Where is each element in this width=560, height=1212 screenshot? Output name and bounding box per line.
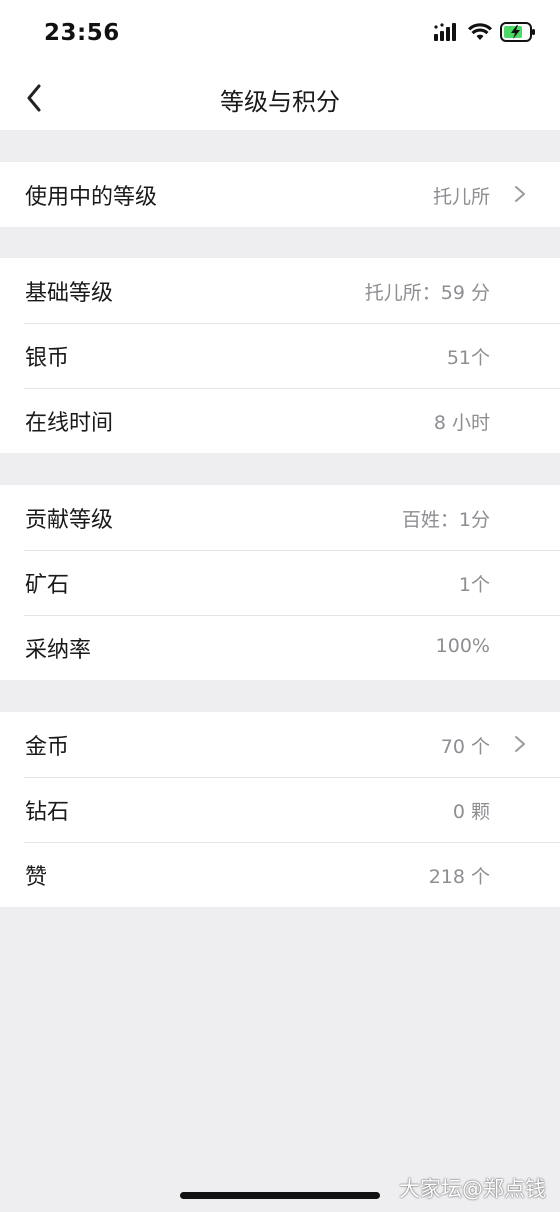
list-item[interactable]: 使用中的等级 托儿所 bbox=[0, 162, 560, 227]
row-label: 赞 bbox=[25, 865, 48, 890]
basic-level-group: 基础等级 托儿所：59 分 银币 51个 在线时间 8 小时 bbox=[0, 258, 560, 453]
row-value: 0 颗 bbox=[452, 801, 490, 823]
cellular-signal-icon bbox=[434, 23, 456, 41]
row-value: 百姓：1分 bbox=[401, 509, 490, 531]
wifi-icon bbox=[468, 23, 492, 40]
contribution-level-group: 贡献等级 百姓：1分 矿石 1个 采纳率 100% bbox=[0, 485, 560, 680]
row-label: 使用中的等级 bbox=[25, 185, 158, 210]
list-item: 采纳率 100% bbox=[0, 615, 560, 680]
currency-group: 金币 70 个 钻石 0 颗 赞 218 个 bbox=[0, 712, 560, 907]
status-icons bbox=[434, 22, 536, 42]
row-label: 采纳率 bbox=[25, 638, 92, 663]
current-level-group: 使用中的等级 托儿所 bbox=[0, 162, 560, 227]
chevron-right-icon bbox=[515, 736, 525, 752]
list-item: 银币 51个 bbox=[0, 323, 560, 388]
row-value: 1个 bbox=[458, 574, 490, 596]
row-value: 51个 bbox=[446, 347, 490, 369]
row-label: 金币 bbox=[25, 735, 70, 760]
navigation-bar: 等级与积分 bbox=[0, 66, 560, 130]
watermark-text: 大家坛@郑点钱 bbox=[399, 1177, 546, 1201]
list-item: 贡献等级 百姓：1分 bbox=[0, 485, 560, 550]
row-label: 基础等级 bbox=[25, 281, 114, 306]
battery-charging-icon bbox=[500, 22, 535, 42]
row-label: 银币 bbox=[25, 346, 70, 371]
list-item[interactable]: 金币 70 个 bbox=[0, 712, 560, 777]
page-title: 等级与积分 bbox=[220, 88, 340, 116]
row-value: 托儿所 bbox=[432, 186, 490, 208]
chevron-right-icon bbox=[515, 186, 525, 202]
status-time: 23:56 bbox=[44, 20, 120, 46]
row-label: 矿石 bbox=[25, 573, 70, 598]
row-label: 在线时间 bbox=[25, 411, 114, 436]
row-label: 贡献等级 bbox=[25, 508, 114, 533]
row-value: 218 个 bbox=[428, 866, 490, 888]
home-indicator[interactable] bbox=[180, 1192, 380, 1199]
row-label: 钻石 bbox=[25, 800, 70, 825]
row-value: 100% bbox=[435, 635, 490, 657]
row-value: 70 个 bbox=[440, 736, 490, 758]
status-bar: 23:56 bbox=[0, 0, 560, 66]
list-item: 赞 218 个 bbox=[0, 842, 560, 907]
list-item: 在线时间 8 小时 bbox=[0, 388, 560, 453]
row-value: 托儿所：59 分 bbox=[364, 282, 490, 304]
row-value: 8 小时 bbox=[433, 412, 490, 434]
list-item: 矿石 1个 bbox=[0, 550, 560, 615]
list-item: 基础等级 托儿所：59 分 bbox=[0, 258, 560, 323]
list-item: 钻石 0 颗 bbox=[0, 777, 560, 842]
